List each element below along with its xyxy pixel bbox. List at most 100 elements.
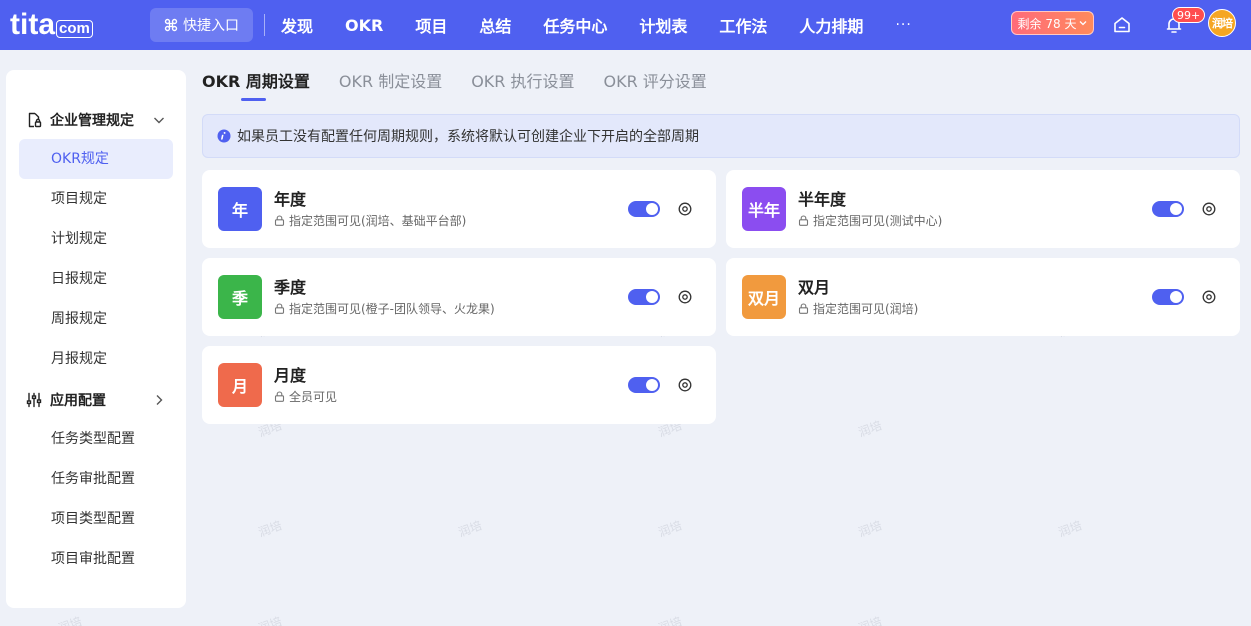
period-name: 半年度	[798, 190, 847, 209]
period-name: 季度	[274, 278, 307, 297]
chevron-down-icon	[154, 117, 164, 124]
settings-icon[interactable]	[1202, 290, 1216, 304]
okr-settings-tabs: OKR 周期设置 OKR 制定设置 OKR 执行设置 OKR 评分设置	[202, 62, 736, 102]
nav-more-button[interactable]: ···	[895, 17, 911, 33]
period-name: 双月	[798, 278, 831, 297]
trial-remaining-button[interactable]: 剩余 78 天	[1011, 11, 1094, 35]
watermark: 润培	[856, 518, 884, 540]
chevron-down-icon	[1079, 21, 1087, 26]
period-name: 月度	[274, 366, 307, 385]
lock-icon	[798, 303, 809, 314]
home-icon[interactable]	[1111, 14, 1133, 36]
settings-icon[interactable]	[678, 290, 692, 304]
watermark: 润培	[56, 614, 84, 626]
period-scope: 全员可见	[274, 388, 337, 405]
lock-icon	[274, 215, 285, 226]
toggle-knob	[646, 291, 658, 303]
watermark: 润培	[656, 518, 684, 540]
sidebar-item-project-rules[interactable]: 项目规定	[19, 179, 173, 219]
sidebar-item-task-type-config[interactable]: 任务类型配置	[19, 419, 173, 459]
period-enable-toggle[interactable]	[1152, 201, 1184, 217]
top-navigation-bar: tita com 快捷入口 发现 OKR 项目 总结 任务中心 计划表 工作法 …	[0, 0, 1251, 50]
logo-main: tita	[10, 8, 55, 41]
sliders-icon	[26, 392, 42, 408]
notice-text: 如果员工没有配置任何周期规则，系统将默认可创建企业下开启的全部周期	[237, 129, 699, 145]
settings-icon[interactable]	[1202, 202, 1216, 216]
quick-entry-label: 快捷入口	[183, 18, 239, 34]
toggle-knob	[1170, 291, 1182, 303]
period-card-year: 年 年度 指定范围可见(润培、基础平台部)	[202, 170, 716, 248]
watermark: 润培	[656, 614, 684, 626]
period-enable-toggle[interactable]	[1152, 289, 1184, 305]
period-scope: 指定范围可见(橙子-团队领导、火龙果)	[274, 300, 495, 317]
period-scope-text: 指定范围可见(润培、基础平台部)	[289, 214, 467, 228]
nav-task-center[interactable]: 任务中心	[543, 13, 607, 37]
toggle-knob	[646, 203, 658, 215]
quick-entry-button[interactable]: 快捷入口	[150, 8, 253, 42]
nav-summary[interactable]: 总结	[479, 13, 511, 37]
sidebar-group-enterprise-rules[interactable]: 企业管理规定	[26, 110, 166, 130]
document-lock-icon	[28, 112, 42, 128]
watermark: 润培	[456, 518, 484, 540]
watermark: 润培	[256, 518, 284, 540]
sidebar-item-project-type-config[interactable]: 项目类型配置	[19, 499, 173, 539]
logo-suffix: com	[56, 20, 93, 38]
period-tag: 半年	[742, 187, 786, 231]
sidebar-item-task-approval-config[interactable]: 任务审批配置	[19, 459, 173, 499]
nav-divider	[264, 14, 265, 36]
command-icon	[164, 18, 178, 32]
watermark: 润培	[856, 614, 884, 626]
period-enable-toggle[interactable]	[628, 377, 660, 393]
nav-method[interactable]: 工作法	[719, 13, 767, 37]
tita-logo[interactable]: tita com	[0, 0, 112, 50]
period-scope-text: 指定范围可见(测试中心)	[813, 214, 943, 228]
period-scope: 指定范围可见(润培、基础平台部)	[274, 212, 466, 229]
watermark: 润培	[1056, 518, 1084, 540]
nav-discover[interactable]: 发现	[281, 13, 313, 37]
sidebar-item-monthly-report-rules[interactable]: 月报规定	[19, 339, 173, 379]
tab-okr-creation[interactable]: OKR 制定设置	[339, 62, 442, 102]
trial-remaining-label: 剩余 78 天	[1017, 16, 1077, 31]
toggle-knob	[1170, 203, 1182, 215]
info-notice: 如果员工没有配置任何周期规则，系统将默认可创建企业下开启的全部周期	[202, 114, 1240, 158]
watermark: 润培	[856, 418, 884, 440]
lock-icon	[274, 391, 285, 402]
nav-plan[interactable]: 计划表	[639, 13, 687, 37]
sidebar-item-daily-report-rules[interactable]: 日报规定	[19, 259, 173, 299]
period-card-month: 月 月度 全员可见	[202, 346, 716, 424]
period-scope: 指定范围可见(测试中心)	[798, 212, 942, 229]
nav-project[interactable]: 项目	[415, 13, 447, 37]
info-icon	[217, 129, 231, 143]
period-scope-text: 指定范围可见(橙子-团队领导、火龙果)	[289, 302, 495, 316]
toggle-knob	[646, 379, 658, 391]
sidebar-item-weekly-report-rules[interactable]: 周报规定	[19, 299, 173, 339]
tab-okr-execution[interactable]: OKR 执行设置	[471, 62, 574, 102]
watermark: 润培	[256, 614, 284, 626]
period-scope: 指定范围可见(润培)	[798, 300, 918, 317]
lock-icon	[798, 215, 809, 226]
period-tag: 季	[218, 275, 262, 319]
sidebar-group-title: 应用配置	[50, 393, 106, 409]
period-tag: 双月	[742, 275, 786, 319]
period-tag: 月	[218, 363, 262, 407]
tab-okr-period[interactable]: OKR 周期设置	[202, 62, 310, 102]
avatar[interactable]: 润培	[1208, 9, 1236, 37]
period-scope-text: 全员可见	[289, 390, 338, 404]
period-enable-toggle[interactable]	[628, 201, 660, 217]
nav-scheduling[interactable]: 人力排期	[799, 13, 863, 37]
sidebar-item-project-approval-config[interactable]: 项目审批配置	[19, 539, 173, 579]
period-tag: 年	[218, 187, 262, 231]
tab-okr-scoring[interactable]: OKR 评分设置	[604, 62, 707, 102]
main-nav: 发现 OKR 项目 总结 任务中心 计划表 工作法 人力排期 ···	[281, 0, 912, 50]
period-card-bimonth: 双月 双月 指定范围可见(润培)	[726, 258, 1240, 336]
period-enable-toggle[interactable]	[628, 289, 660, 305]
settings-icon[interactable]	[678, 202, 692, 216]
nav-okr[interactable]: OKR	[345, 16, 383, 35]
sidebar-item-plan-rules[interactable]: 计划规定	[19, 219, 173, 259]
period-card-half-year: 半年 半年度 指定范围可见(测试中心)	[726, 170, 1240, 248]
sidebar-item-okr-rules[interactable]: OKR规定	[19, 139, 173, 179]
settings-icon[interactable]	[678, 378, 692, 392]
lock-icon	[274, 303, 285, 314]
sidebar-group-app-config[interactable]: 应用配置	[26, 390, 166, 410]
chevron-right-icon	[156, 395, 163, 405]
